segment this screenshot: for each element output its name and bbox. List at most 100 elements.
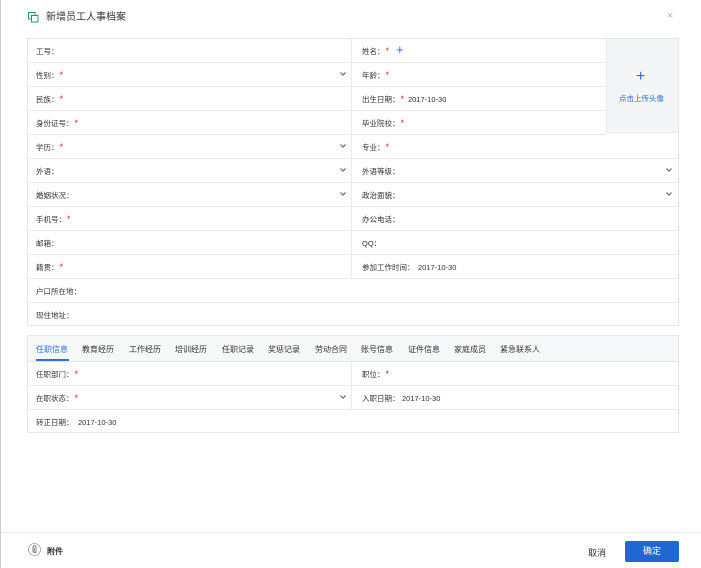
required-mark: * bbox=[74, 369, 79, 379]
regular-date-field[interactable]: 转正日期： 2017-10-30 bbox=[28, 410, 678, 433]
regular-date-value: 2017-10-30 bbox=[78, 418, 117, 427]
required-mark: * bbox=[59, 70, 64, 80]
age-field[interactable]: 年龄：* bbox=[352, 63, 606, 86]
major-label: 专业：* bbox=[362, 142, 390, 153]
marital-status-label: 婚姻状况： bbox=[36, 191, 74, 200]
native-place-label: 籍贯：* bbox=[36, 262, 64, 273]
chevron-down-icon[interactable] bbox=[666, 191, 672, 197]
form-row: 现住地址： bbox=[28, 303, 678, 327]
tab-certificates[interactable]: 证件信息 bbox=[408, 345, 440, 355]
form-row: 手机号：* 办公电话： bbox=[28, 207, 678, 231]
political-status-select[interactable]: 政治面貌： bbox=[352, 183, 678, 206]
hukou-address-field[interactable]: 户口所在地： bbox=[28, 279, 678, 302]
form-row: 民族：* 出生日期：* 2017-10-30 bbox=[28, 87, 606, 111]
tab-family-members[interactable]: 家庭成员 bbox=[454, 345, 486, 355]
chevron-down-icon[interactable] bbox=[340, 71, 346, 77]
chevron-down-icon[interactable] bbox=[340, 394, 346, 400]
current-address-field[interactable]: 现住地址： bbox=[28, 303, 678, 326]
gender-select[interactable]: 性别：* bbox=[28, 63, 352, 86]
employment-row: 转正日期： 2017-10-30 bbox=[28, 410, 678, 434]
required-mark: * bbox=[74, 118, 79, 128]
required-mark: * bbox=[385, 369, 390, 379]
dialog-header: 新增员工人事档案 × bbox=[1, 0, 701, 34]
employment-row: 在职状态：* 入职日期： 2017-10-30 bbox=[28, 386, 678, 410]
attachment-label[interactable]: 附件 bbox=[47, 546, 63, 557]
native-place-field[interactable]: 籍贯：* bbox=[28, 255, 352, 278]
name-field[interactable]: 姓名：* + bbox=[352, 39, 606, 62]
close-icon[interactable]: × bbox=[667, 10, 673, 22]
new-employee-dialog: 新增员工人事档案 × 工号： 姓名：* + 性别：* 年龄：* 民族：* 出生日… bbox=[0, 0, 701, 568]
political-status-label: 政治面貌： bbox=[362, 191, 400, 200]
required-mark: * bbox=[74, 393, 79, 403]
tab-training[interactable]: 培训经历 bbox=[175, 345, 207, 355]
tab-labor-contract[interactable]: 劳动合同 bbox=[315, 345, 347, 355]
age-label: 年龄：* bbox=[362, 70, 390, 81]
dialog-title: 新增员工人事档案 bbox=[46, 12, 126, 23]
tab-emergency-contact[interactable]: 紧急联系人 bbox=[500, 345, 540, 355]
tab-account-info[interactable]: 账号信息 bbox=[361, 345, 393, 355]
id-number-field[interactable]: 身份证号：* bbox=[28, 111, 352, 134]
graduated-school-field[interactable]: 毕业院校：* bbox=[352, 111, 606, 134]
regular-date-label: 转正日期： bbox=[36, 418, 74, 427]
email-field[interactable]: 邮箱： bbox=[28, 231, 352, 254]
birth-date-field[interactable]: 出生日期：* 2017-10-30 bbox=[352, 87, 606, 110]
cancel-button[interactable]: 取消 bbox=[588, 546, 606, 559]
language-level-label: 外语等级： bbox=[362, 167, 400, 176]
required-mark: * bbox=[59, 142, 64, 152]
graduated-school-label: 毕业院校：* bbox=[362, 118, 405, 129]
dialog-footer: 附件 取消 确定 bbox=[1, 532, 701, 568]
qq-field[interactable]: QQ： bbox=[352, 231, 678, 254]
office-phone-label: 办公电话： bbox=[362, 215, 400, 224]
gender-label: 性别：* bbox=[36, 70, 64, 81]
form-row: 户口所在地： bbox=[28, 279, 678, 303]
employment-status-label: 在职状态：* bbox=[36, 393, 79, 404]
hire-date-value: 2017-10-30 bbox=[402, 394, 441, 403]
add-name-plus-icon[interactable]: + bbox=[396, 43, 404, 57]
mobile-field[interactable]: 手机号：* bbox=[28, 207, 352, 230]
tab-work-experience[interactable]: 工作经历 bbox=[129, 345, 161, 355]
hukou-address-label: 户口所在地： bbox=[36, 287, 81, 296]
tab-rewards-penalties[interactable]: 奖惩记录 bbox=[268, 345, 300, 355]
employment-row: 任职部门：* 职位：* bbox=[28, 362, 678, 386]
tab-education[interactable]: 教育经历 bbox=[82, 345, 114, 355]
chevron-down-icon[interactable] bbox=[340, 143, 346, 149]
employment-status-select[interactable]: 在职状态：* bbox=[28, 386, 352, 409]
education-select[interactable]: 学历：* bbox=[28, 135, 352, 158]
chevron-down-icon[interactable] bbox=[666, 167, 672, 173]
ethnicity-label: 民族：* bbox=[36, 94, 64, 105]
chevron-down-icon[interactable] bbox=[340, 167, 346, 173]
email-label: 邮箱： bbox=[36, 239, 59, 248]
ethnicity-field[interactable]: 民族：* bbox=[28, 87, 352, 110]
current-address-label: 现住地址： bbox=[36, 311, 74, 320]
position-field[interactable]: 职位：* bbox=[352, 362, 678, 385]
office-phone-field[interactable]: 办公电话： bbox=[352, 207, 678, 230]
hire-date-field[interactable]: 入职日期： 2017-10-30 bbox=[352, 386, 678, 409]
tab-employment-info[interactable]: 任职信息 bbox=[36, 345, 68, 355]
tab-appointment-records[interactable]: 任职记录 bbox=[222, 345, 254, 355]
tab-bar: 任职信息 教育经历 工作经历 培训经历 任职记录 奖惩记录 劳动合同 账号信息 … bbox=[28, 336, 678, 362]
required-mark: * bbox=[385, 70, 390, 80]
form-row: 学历：* 专业：* bbox=[28, 135, 678, 159]
work-start-date-label: 参加工作时间： bbox=[362, 263, 415, 272]
avatar-upload[interactable]: + 点击上传头像 bbox=[606, 39, 678, 133]
confirm-button[interactable]: 确定 bbox=[625, 541, 679, 562]
employee-no-label: 工号： bbox=[36, 47, 59, 56]
foreign-language-select[interactable]: 外语： bbox=[28, 159, 352, 182]
form-row: 籍贯：* 参加工作时间： 2017-10-30 bbox=[28, 255, 678, 279]
employee-no-field[interactable]: 工号： bbox=[28, 39, 352, 62]
form-row: 婚姻状况： 政治面貌： bbox=[28, 183, 678, 207]
active-tab-indicator bbox=[36, 359, 69, 361]
language-level-select[interactable]: 外语等级： bbox=[352, 159, 678, 182]
form-row: 工号： 姓名：* + bbox=[28, 39, 606, 63]
marital-status-select[interactable]: 婚姻状况： bbox=[28, 183, 352, 206]
department-field[interactable]: 任职部门：* bbox=[28, 362, 352, 385]
employment-tabs-panel: 任职信息 教育经历 工作经历 培训经历 任职记录 奖惩记录 劳动合同 账号信息 … bbox=[27, 335, 679, 433]
major-field[interactable]: 专业：* bbox=[352, 135, 678, 158]
chevron-down-icon[interactable] bbox=[340, 191, 346, 197]
work-start-date-field[interactable]: 参加工作时间： 2017-10-30 bbox=[352, 255, 678, 278]
paperclip-icon[interactable] bbox=[28, 543, 41, 556]
birth-date-label: 出生日期：* bbox=[362, 94, 405, 105]
form-row: 邮箱： QQ： bbox=[28, 231, 678, 255]
required-mark: * bbox=[400, 94, 405, 104]
id-number-label: 身份证号：* bbox=[36, 118, 79, 129]
